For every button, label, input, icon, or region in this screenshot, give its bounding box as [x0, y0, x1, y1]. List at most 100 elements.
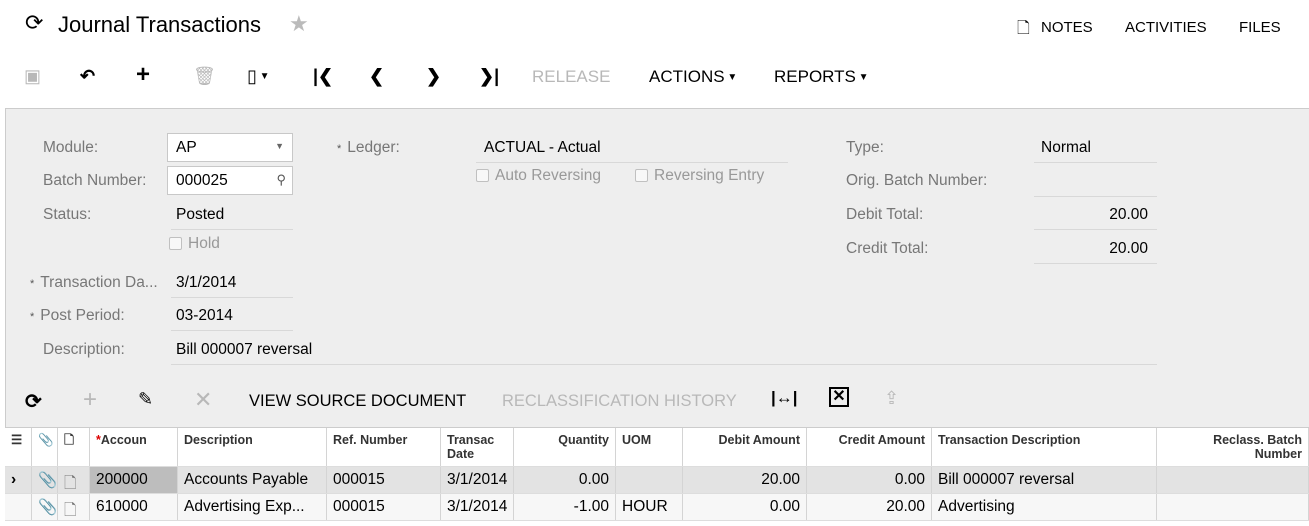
undo-icon[interactable]: ↶ — [80, 66, 95, 87]
last-record-icon[interactable]: ❯| — [479, 66, 499, 87]
grid-delete-icon[interactable]: ✕ — [194, 387, 212, 413]
cell-account[interactable]: 200000 — [90, 467, 178, 493]
first-record-icon[interactable]: |❮ — [313, 66, 333, 87]
edit-icon[interactable]: ✎ — [138, 389, 153, 410]
upload-icon[interactable]: ⇪ — [884, 388, 899, 409]
module-value: AP — [176, 139, 197, 156]
type-value: Normal — [1041, 139, 1091, 156]
grid-refresh-icon[interactable]: ⟳ — [25, 389, 42, 414]
module-select[interactable]: AP ▼ — [167, 133, 293, 162]
cell-transaction-description[interactable]: Advertising — [932, 494, 1157, 520]
col-ref-number[interactable]: Ref. Number — [327, 428, 441, 466]
cell-transaction-date[interactable]: 3/1/2014 — [441, 467, 514, 493]
batch-number-label: Batch Number: — [43, 172, 147, 189]
col-reclass-batch-number[interactable]: Reclass. Batch Number — [1157, 428, 1309, 466]
cell-quantity[interactable]: -1.00 — [514, 494, 616, 520]
type-label: Type: — [846, 139, 884, 156]
save-icon[interactable]: ▣ — [24, 66, 41, 87]
cell-reclass-batch-number[interactable] — [1157, 467, 1309, 493]
hold-checkbox[interactable]: Hold — [169, 235, 220, 253]
reversing-entry-label: Reversing Entry — [654, 167, 765, 184]
activities-link[interactable]: ACTIVITIES — [1125, 19, 1207, 36]
cell-debit-amount[interactable]: 0.00 — [683, 494, 807, 520]
credit-total-value: 20.00 — [1109, 240, 1148, 257]
copy-paste-icon[interactable]: ▯ ▼ — [247, 66, 270, 87]
export-excel-icon[interactable]: ✕ — [829, 387, 849, 407]
debit-total-value: 20.00 — [1109, 206, 1148, 223]
grid-header: ☰ 📎 🗋 *Accoun Description Ref. Number Tr… — [5, 428, 1309, 467]
cell-credit-amount[interactable]: 0.00 — [807, 467, 932, 493]
cell-reclass-batch-number[interactable] — [1157, 494, 1309, 520]
page-title: Journal Transactions — [58, 12, 261, 37]
actions-menu[interactable]: ACTIONS ▼ — [649, 67, 737, 87]
transaction-date-input[interactable]: 3/1/2014 — [176, 274, 236, 292]
note-icon[interactable]: 🗋 — [58, 494, 90, 520]
hold-label: Hold — [188, 235, 220, 252]
add-icon[interactable]: + — [136, 61, 150, 89]
auto-reversing-checkbox[interactable]: Auto Reversing — [476, 167, 601, 185]
orig-batch-number-label: Orig. Batch Number: — [846, 172, 988, 189]
cell-description[interactable]: Advertising Exp... — [178, 494, 327, 520]
row-selector[interactable] — [5, 494, 32, 520]
col-transaction-description[interactable]: Transaction Description — [932, 428, 1157, 466]
cell-ref-number[interactable]: 000015 — [327, 467, 441, 493]
col-debit-amount[interactable]: Debit Amount — [683, 428, 807, 466]
ledger-label: * Ledger: — [337, 139, 400, 156]
table-row[interactable]: 📎 🗋 610000 Advertising Exp... 000015 3/1… — [5, 494, 1309, 521]
delete-icon[interactable]: 🗑 — [193, 66, 216, 87]
cell-transaction-description[interactable]: Bill 000007 reversal — [932, 467, 1157, 493]
current-row-icon: › — [5, 467, 32, 493]
fit-columns-icon[interactable]: |↔| — [771, 388, 798, 408]
reversing-entry-checkbox[interactable]: Reversing Entry — [635, 167, 764, 185]
col-transaction-date[interactable]: Transac Date — [441, 428, 514, 466]
module-label: Module: — [43, 139, 99, 156]
status-label: Status: — [43, 206, 92, 223]
attachment-icon: 📎 — [32, 428, 58, 466]
ledger-input[interactable]: ACTUAL - Actual — [484, 139, 601, 157]
post-period-label: * Post Period: — [30, 307, 125, 324]
grid-add-icon[interactable]: + — [83, 386, 97, 414]
batch-number-value: 000025 — [176, 172, 228, 189]
reports-menu[interactable]: REPORTS ▼ — [774, 67, 869, 87]
col-description[interactable]: Description — [178, 428, 327, 466]
cell-ref-number[interactable]: 000015 — [327, 494, 441, 520]
cell-description[interactable]: Accounts Payable — [178, 467, 327, 493]
view-source-document-button[interactable]: VIEW SOURCE DOCUMENT — [249, 392, 466, 411]
reclassification-history-button[interactable]: RECLASSIFICATION HISTORY — [502, 392, 737, 411]
table-row[interactable]: › 📎 🗋 200000 Accounts Payable 000015 3/1… — [5, 467, 1309, 494]
release-button[interactable]: RELEASE — [532, 67, 610, 87]
col-account[interactable]: *Accoun — [90, 428, 178, 466]
auto-reversing-label: Auto Reversing — [495, 167, 601, 184]
actions-label: ACTIONS — [649, 67, 725, 86]
star-icon[interactable]: ★ — [289, 11, 309, 37]
cell-uom[interactable]: HOUR — [616, 494, 683, 520]
col-uom[interactable]: UOM — [616, 428, 683, 466]
reports-label: REPORTS — [774, 67, 856, 86]
post-period-input[interactable]: 03-2014 — [176, 307, 233, 325]
cell-quantity[interactable]: 0.00 — [514, 467, 616, 493]
batch-number-input[interactable]: 000025 ⚲ — [167, 166, 293, 195]
cell-credit-amount[interactable]: 20.00 — [807, 494, 932, 520]
col-quantity[interactable]: Quantity — [514, 428, 616, 466]
chevron-down-icon: ▼ — [275, 141, 284, 151]
cell-transaction-date[interactable]: 3/1/2014 — [441, 494, 514, 520]
search-icon[interactable]: ⚲ — [276, 172, 286, 188]
prev-record-icon[interactable]: ❮ — [369, 66, 384, 87]
notes-icon: 🗋 — [1017, 20, 1030, 37]
cell-uom[interactable] — [616, 467, 683, 493]
col-credit-amount[interactable]: Credit Amount — [807, 428, 932, 466]
row-selector-icon[interactable]: ☰ — [5, 428, 32, 466]
refresh-icon[interactable]: ⟳ — [25, 10, 43, 36]
status-value: Posted — [176, 206, 225, 223]
cell-account[interactable]: 610000 — [90, 494, 178, 520]
cell-debit-amount[interactable]: 20.00 — [683, 467, 807, 493]
notes-link[interactable]: NOTES — [1041, 19, 1093, 36]
next-record-icon[interactable]: ❯ — [426, 66, 441, 87]
transaction-date-label: * Transaction Da... — [30, 274, 158, 291]
credit-total-label: Credit Total: — [846, 240, 929, 257]
description-input[interactable]: Bill 000007 reversal — [176, 341, 312, 359]
attachment-icon[interactable]: 📎 — [32, 494, 58, 520]
note-icon[interactable]: 🗋 — [58, 467, 90, 493]
files-link[interactable]: FILES — [1239, 19, 1281, 36]
attachment-icon[interactable]: 📎 — [32, 467, 58, 493]
